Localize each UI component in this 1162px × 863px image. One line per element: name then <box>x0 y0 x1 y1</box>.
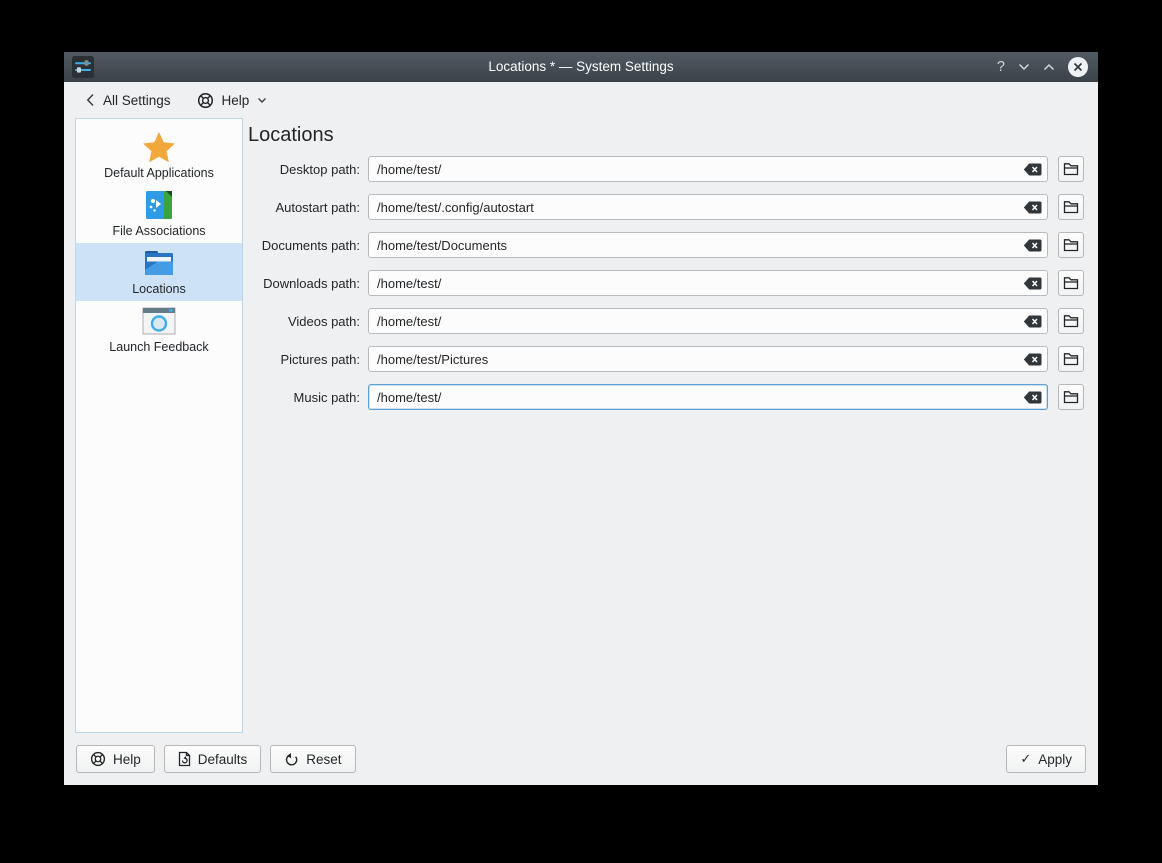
videos-path-label: Videos path: <box>248 314 368 329</box>
help-buoy-icon <box>90 751 106 767</box>
pictures-path-row: Pictures path: <box>248 346 1084 372</box>
browse-music-button[interactable] <box>1058 384 1084 410</box>
reset-button-label: Reset <box>306 752 341 767</box>
folder-open-icon <box>1063 314 1079 328</box>
browse-videos-button[interactable] <box>1058 308 1084 334</box>
help-button[interactable]: Help <box>76 745 155 773</box>
sidebar-item-launch-feedback[interactable]: Launch Feedback <box>76 301 242 359</box>
help-buoy-icon <box>197 92 214 109</box>
folder-open-icon <box>1063 276 1079 290</box>
reset-button[interactable]: Reset <box>270 745 355 773</box>
videos-path-row: Videos path: <box>248 308 1084 334</box>
desktop-path-label: Desktop path: <box>248 162 368 177</box>
content-area: Default Applications File Associations <box>64 118 1098 733</box>
music-path-input[interactable] <box>368 384 1048 410</box>
browse-documents-button[interactable] <box>1058 232 1084 258</box>
help-button-label: Help <box>113 752 141 767</box>
autostart-path-input[interactable] <box>368 194 1048 220</box>
sidebar: Default Applications File Associations <box>75 118 243 733</box>
all-settings-label: All Settings <box>103 93 171 108</box>
defaults-button-label: Defaults <box>198 752 248 767</box>
folder-open-icon <box>1063 162 1079 176</box>
star-icon <box>142 130 176 164</box>
browse-autostart-button[interactable] <box>1058 194 1084 220</box>
downloads-path-row: Downloads path: <box>248 270 1084 296</box>
folder-open-icon <box>1063 200 1079 214</box>
titlebar[interactable]: Locations * — System Settings ? <box>64 52 1098 82</box>
launch-feedback-icon <box>142 304 176 338</box>
all-settings-button[interactable]: All Settings <box>86 93 171 108</box>
clear-button[interactable] <box>1022 352 1042 366</box>
sidebar-item-label: Locations <box>132 282 186 296</box>
clear-button[interactable] <box>1022 238 1042 252</box>
footer-button-bar: Help Defaults Reset ✓ Apply <box>64 733 1098 785</box>
help-menu-button[interactable]: Help <box>197 92 268 109</box>
documents-path-input[interactable] <box>368 232 1048 258</box>
downloads-path-label: Downloads path: <box>248 276 368 291</box>
backspace-clear-icon <box>1023 163 1042 176</box>
chevron-down-icon <box>257 97 267 104</box>
chevron-left-icon <box>86 93 95 107</box>
defaults-button[interactable]: Defaults <box>164 745 262 773</box>
locations-panel: Locations Desktop path: Autostart path: <box>243 118 1084 733</box>
document-revert-icon <box>178 751 191 767</box>
undo-arrow-icon <box>284 752 299 767</box>
help-menu-label: Help <box>222 93 250 108</box>
desktop-path-input[interactable] <box>368 156 1048 182</box>
toolbar: All Settings Help <box>64 82 1098 118</box>
desktop-path-row: Desktop path: <box>248 156 1084 182</box>
browse-downloads-button[interactable] <box>1058 270 1084 296</box>
autostart-path-label: Autostart path: <box>248 200 368 215</box>
backspace-clear-icon <box>1023 239 1042 252</box>
chevron-up-icon <box>1043 63 1055 71</box>
minimize-button[interactable] <box>1018 63 1030 71</box>
close-icon <box>1073 62 1083 72</box>
window-title: Locations * — System Settings <box>64 52 1098 82</box>
sidebar-item-label: File Associations <box>112 224 205 238</box>
sidebar-item-locations[interactable]: Locations <box>76 243 242 301</box>
chevron-down-icon <box>1018 63 1030 71</box>
folder-icon <box>142 246 176 280</box>
apply-button-label: Apply <box>1038 752 1072 767</box>
folder-open-icon <box>1063 352 1079 366</box>
apply-button[interactable]: ✓ Apply <box>1006 745 1086 773</box>
close-button[interactable] <box>1068 57 1088 77</box>
folder-open-icon <box>1063 390 1079 404</box>
downloads-path-input[interactable] <box>368 270 1048 296</box>
documents-path-label: Documents path: <box>248 238 368 253</box>
browse-pictures-button[interactable] <box>1058 346 1084 372</box>
browse-desktop-button[interactable] <box>1058 156 1084 182</box>
clear-button[interactable] <box>1022 314 1042 328</box>
system-settings-window: Locations * — System Settings ? All Sett… <box>64 52 1098 785</box>
file-associations-icon <box>143 188 175 222</box>
videos-path-input[interactable] <box>368 308 1048 334</box>
sidebar-item-label: Launch Feedback <box>109 340 208 354</box>
music-path-label: Music path: <box>248 390 368 405</box>
question-icon: ? <box>997 60 1005 75</box>
folder-open-icon <box>1063 238 1079 252</box>
backspace-clear-icon <box>1023 391 1042 404</box>
sidebar-item-file-associations[interactable]: File Associations <box>76 185 242 243</box>
checkmark-icon: ✓ <box>1020 751 1031 767</box>
music-path-row: Music path: <box>248 384 1084 410</box>
window-help-button[interactable]: ? <box>997 60 1005 75</box>
backspace-clear-icon <box>1023 201 1042 214</box>
sidebar-item-label: Default Applications <box>104 166 214 180</box>
documents-path-row: Documents path: <box>248 232 1084 258</box>
clear-button[interactable] <box>1022 390 1042 404</box>
page-title: Locations <box>248 124 1084 147</box>
pictures-path-input[interactable] <box>368 346 1048 372</box>
pictures-path-label: Pictures path: <box>248 352 368 367</box>
backspace-clear-icon <box>1023 315 1042 328</box>
backspace-clear-icon <box>1023 353 1042 366</box>
backspace-clear-icon <box>1023 277 1042 290</box>
clear-button[interactable] <box>1022 276 1042 290</box>
autostart-path-row: Autostart path: <box>248 194 1084 220</box>
maximize-button[interactable] <box>1043 63 1055 71</box>
clear-button[interactable] <box>1022 162 1042 176</box>
clear-button[interactable] <box>1022 200 1042 214</box>
sidebar-item-default-applications[interactable]: Default Applications <box>76 127 242 185</box>
